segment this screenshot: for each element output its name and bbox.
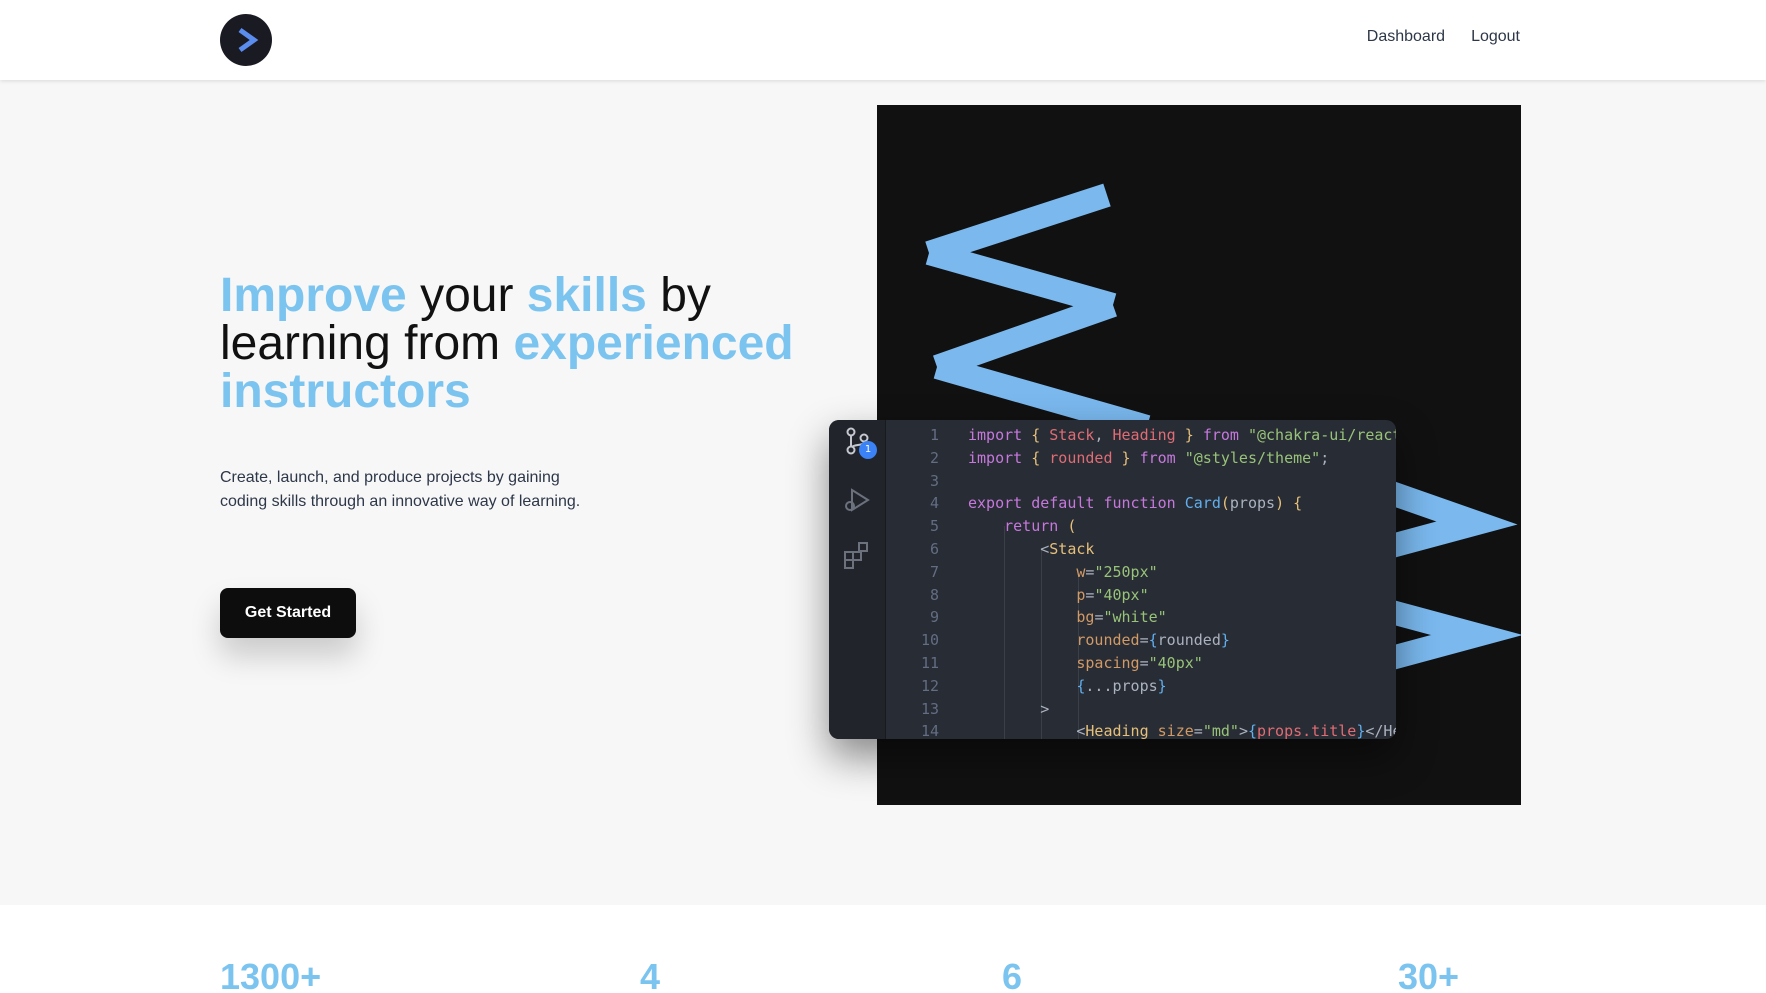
hero-title-part: experienced [513,317,794,370]
line-number: 10 [920,631,939,650]
nav-link-logout[interactable]: Logout [1471,28,1520,46]
line-number: 6 [929,539,939,558]
code-line: 14 <Heading size="md">{props.title}</Hea… [886,720,1396,739]
code-line: 7 w="250px" [886,561,1396,584]
line-number: 14 [920,722,939,739]
extensions-icon[interactable] [842,540,872,570]
line-number: 12 [920,676,939,695]
hero-title-part: learning from [220,317,514,370]
line-number: 3 [929,471,939,490]
hero-title-part: skills [526,269,647,322]
line-number: 13 [920,699,939,718]
line-number: 7 [929,562,939,581]
code-line: 2 import { rounded } from "@styles/theme"… [886,447,1396,470]
navbar: Dashboard Logout [0,0,1766,80]
code-line: 9 bg="white" [886,606,1396,629]
run-debug-icon[interactable] [842,484,872,514]
line-number: 1 [929,426,939,444]
code-editor: 1 1 import { Stack, Heading } from "@chak… [829,420,1396,739]
code-line: 1 import { Stack, Heading } from "@chakra… [886,424,1396,447]
hero-title-part: instructors [220,365,471,418]
stat-value: 30+ [1398,956,1460,993]
logo[interactable] [220,14,272,66]
code-line: 12 {...props} [886,675,1396,698]
stat-value: 6 [1002,956,1023,993]
stat-value: 4 [640,956,661,993]
hero-title-part: by [646,269,711,322]
chevron-right-icon [238,27,259,53]
code-line: 8 p="40px" [886,584,1396,607]
line-number: 5 [929,517,939,536]
hero-title: Improve your skills by learning from expe… [220,272,820,416]
stat-value: 1300+ [220,956,322,993]
code-line: 4 export default function Card(props) { [886,492,1396,515]
hero-title-part: Improve [220,269,407,322]
hero-title-part: your [406,269,527,322]
line-number: 2 [929,448,939,467]
code-line: 5 return ( [886,515,1396,538]
nav-links: Dashboard Logout [1367,28,1520,46]
editor-activity-bar: 1 [829,420,886,739]
code-line: 11 spacing="40px" [886,652,1396,675]
line-number: 9 [929,608,939,627]
code-line: 10 rounded={rounded} [886,629,1396,652]
code-line: 13 > [886,698,1396,721]
line-number: 4 [929,494,939,513]
line-number: 8 [929,585,939,604]
code-area[interactable]: 1 import { Stack, Heading } from "@chakra… [886,424,1396,739]
line-number: 11 [920,653,939,672]
nav-link-dashboard[interactable]: Dashboard [1367,28,1445,46]
code-line: 6 <Stack [886,538,1396,561]
code-line: 3 [886,470,1396,493]
hero-description: Create, launch, and produce projects by … [220,469,581,510]
source-control-badge: 1 [859,441,877,459]
get-started-button[interactable]: Get Started [220,588,356,638]
